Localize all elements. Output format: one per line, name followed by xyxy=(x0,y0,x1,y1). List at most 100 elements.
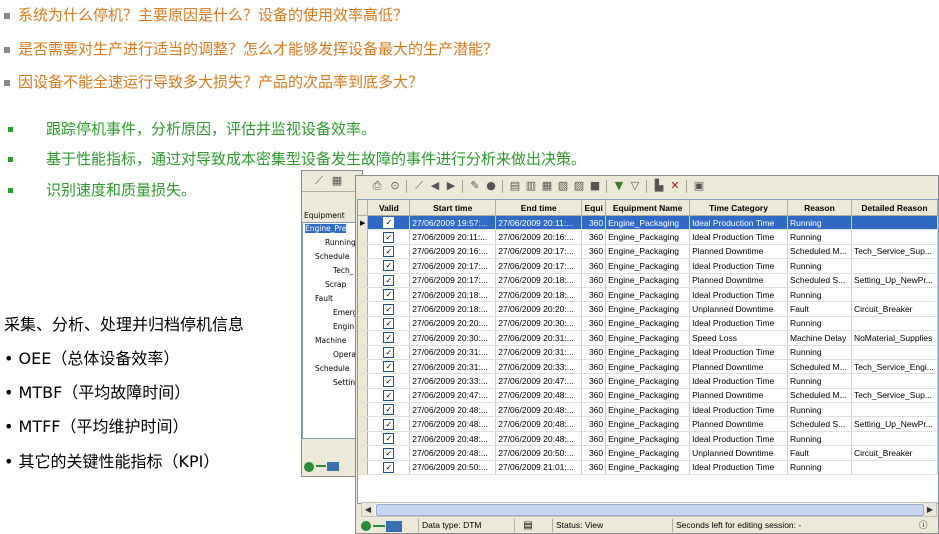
start-time-cell[interactable]: 27/06/2009 20:11:... xyxy=(409,229,497,245)
time-category-cell[interactable]: Speed Loss xyxy=(689,330,788,346)
end-time-cell[interactable]: 27/06/2009 20:33:... xyxy=(495,359,583,375)
end-time-cell[interactable]: 27/06/2009 20:17:... xyxy=(495,258,583,274)
table-row[interactable]: ✓ 27/06/2009 20:48:... 27/06/2009 20:50:..… xyxy=(358,445,938,461)
print-icon[interactable]: ⎙ xyxy=(370,179,384,193)
checkbox-icon[interactable]: ✓ xyxy=(383,375,395,387)
start-time-cell[interactable]: 27/06/2009 20:17:... xyxy=(409,258,497,274)
time-category-cell[interactable]: Unplanned Downtime xyxy=(689,445,788,461)
equipment-id-cell[interactable]: 360 xyxy=(581,373,607,389)
scroll-left-icon[interactable]: ◀ xyxy=(362,503,374,516)
equipment-id-cell[interactable]: 360 xyxy=(581,402,607,418)
time-category-cell[interactable]: Ideal Production Time xyxy=(689,316,788,332)
equipment-id-cell[interactable]: 360 xyxy=(581,388,607,404)
detailed-reason-cell[interactable] xyxy=(851,229,938,245)
table-row[interactable]: ✓ 27/06/2009 20:31:... 27/06/2009 20:31:..… xyxy=(358,345,938,360)
column-header[interactable]: Detailed Reason xyxy=(851,200,938,216)
end-time-cell[interactable]: 27/06/2009 20:50:... xyxy=(495,445,583,461)
report-icon[interactable]: ✕ xyxy=(668,179,682,193)
checkbox-icon[interactable]: ✓ xyxy=(383,461,395,473)
tree-node[interactable]: Engine_Pre xyxy=(305,224,347,233)
binoculars-icon[interactable]: ⊙ xyxy=(388,179,402,193)
equipment-name-cell[interactable]: Engine_Packaging xyxy=(605,402,691,418)
start-time-cell[interactable]: 27/06/2009 20:18:... xyxy=(409,301,497,317)
filter-icon[interactable]: ▼ xyxy=(612,179,626,193)
checkbox-icon[interactable]: ✓ xyxy=(383,361,395,373)
valid-checkbox[interactable]: ✓ xyxy=(367,287,411,303)
checkbox-icon[interactable]: ✓ xyxy=(383,246,395,258)
equipment-id-cell[interactable]: 360 xyxy=(581,229,607,245)
equipment-id-cell[interactable]: 360 xyxy=(581,244,607,260)
start-time-cell[interactable]: 27/06/2009 20:17:... xyxy=(409,273,497,288)
detailed-reason-cell[interactable] xyxy=(851,460,938,476)
column-header[interactable]: Reason xyxy=(787,200,852,216)
valid-checkbox[interactable]: ✓ xyxy=(367,316,411,332)
split-icon[interactable]: ▤ xyxy=(508,179,522,193)
reason-cell[interactable]: Running xyxy=(787,258,852,274)
table-row[interactable]: ✓ 27/06/2009 20:50:... 27/06/2009 21:01:..… xyxy=(358,460,938,476)
equipment-name-cell[interactable]: Engine_Packaging xyxy=(605,345,691,360)
checkbox-icon[interactable]: ✓ xyxy=(383,231,395,243)
reason-cell[interactable]: Running xyxy=(787,460,852,476)
record-icon[interactable]: ● xyxy=(484,179,498,193)
reason-cell[interactable]: Fault xyxy=(787,301,852,317)
time-category-cell[interactable]: Ideal Production Time xyxy=(689,215,788,231)
horizontal-scrollbar[interactable]: ◀ ▶ xyxy=(361,502,937,517)
wand-icon[interactable]: ⟋ xyxy=(312,174,326,188)
detailed-reason-cell[interactable]: Circuit_Breaker xyxy=(851,445,938,461)
end-time-cell[interactable]: 27/06/2009 20:20:... xyxy=(495,301,583,317)
detailed-reason-cell[interactable]: Circuit_Breaker xyxy=(851,301,938,317)
start-time-cell[interactable]: 27/06/2009 20:31:... xyxy=(409,359,497,375)
table-row[interactable]: ✓ 27/06/2009 20:31:... 27/06/2009 20:33:..… xyxy=(358,359,938,375)
insert-icon[interactable]: ▧ xyxy=(556,179,570,193)
time-category-cell[interactable]: Ideal Production Time xyxy=(689,258,788,274)
column-header[interactable]: Start time xyxy=(409,200,497,216)
time-category-cell[interactable]: Ideal Production Time xyxy=(689,287,788,303)
start-time-cell[interactable]: 27/06/2009 20:33:... xyxy=(409,373,497,389)
equipment-name-cell[interactable]: Engine_Packaging xyxy=(605,273,691,288)
equipment-name-cell[interactable]: Engine_Packaging xyxy=(605,316,691,332)
grid-icon[interactable]: ▦ xyxy=(330,174,344,188)
time-category-cell[interactable]: Planned Downtime xyxy=(689,359,788,375)
checkbox-icon[interactable]: ✓ xyxy=(383,332,395,344)
checkbox-icon[interactable]: ✓ xyxy=(383,318,395,330)
valid-checkbox[interactable]: ✓ xyxy=(367,416,411,432)
start-time-cell[interactable]: 27/06/2009 20:48:... xyxy=(409,445,497,461)
start-time-cell[interactable]: 27/06/2009 20:16:... xyxy=(409,244,497,260)
equipment-id-cell[interactable]: 360 xyxy=(581,330,607,346)
start-time-cell[interactable]: 27/06/2009 20:48:... xyxy=(409,402,497,418)
equipment-name-cell[interactable]: Engine_Packaging xyxy=(605,416,691,432)
time-category-cell[interactable]: Ideal Production Time xyxy=(689,373,788,389)
equipment-name-cell[interactable]: Engine_Packaging xyxy=(605,445,691,461)
valid-checkbox[interactable]: ✓ xyxy=(367,229,411,245)
downtime-grid[interactable]: Valid Start time End time Equi Equipment… xyxy=(357,199,939,504)
equipment-id-cell[interactable]: 360 xyxy=(581,301,607,317)
equipment-name-cell[interactable]: Engine_Packaging xyxy=(605,229,691,245)
checkbox-icon[interactable]: ✓ xyxy=(383,433,395,445)
reason-cell[interactable]: Scheduled M... xyxy=(787,359,852,375)
start-time-cell[interactable]: 27/06/2009 19:57:... xyxy=(409,215,497,231)
valid-checkbox[interactable]: ✓ xyxy=(367,244,411,260)
equipment-name-cell[interactable]: Engine_Packaging xyxy=(605,301,691,317)
reason-cell[interactable]: Running xyxy=(787,229,852,245)
equipment-id-cell[interactable]: 360 xyxy=(581,215,607,231)
tree-node[interactable]: Fault xyxy=(315,294,333,303)
equipment-id-cell[interactable]: 360 xyxy=(581,273,607,288)
start-time-cell[interactable]: 27/06/2009 20:47:... xyxy=(409,388,497,404)
tree-node[interactable]: Scrap xyxy=(325,280,346,289)
detailed-reason-cell[interactable]: Setting_Up_NewPr... xyxy=(851,416,938,432)
reason-cell[interactable]: Running xyxy=(787,431,852,447)
table-row[interactable]: ✓ 27/06/2009 20:18:... 27/06/2009 20:18:..… xyxy=(358,287,938,303)
reason-cell[interactable]: Scheduled M... xyxy=(787,388,852,404)
scroll-thumb[interactable] xyxy=(376,504,924,516)
checkbox-icon[interactable]: ✓ xyxy=(383,404,395,416)
time-category-cell[interactable]: Unplanned Downtime xyxy=(689,301,788,317)
checkbox-icon[interactable]: ✓ xyxy=(383,346,395,358)
valid-checkbox[interactable]: ✓ xyxy=(367,373,411,389)
reason-cell[interactable]: Running xyxy=(787,215,852,231)
checkbox-icon[interactable]: ✓ xyxy=(383,217,395,229)
detailed-reason-cell[interactable]: Tech_Service_Engi... xyxy=(851,359,938,375)
scroll-right-icon[interactable]: ▶ xyxy=(924,503,936,516)
time-category-cell[interactable]: Planned Downtime xyxy=(689,416,788,432)
prev-icon[interactable]: ◀ xyxy=(428,179,442,193)
info-icon[interactable]: ⓘ xyxy=(916,519,935,532)
